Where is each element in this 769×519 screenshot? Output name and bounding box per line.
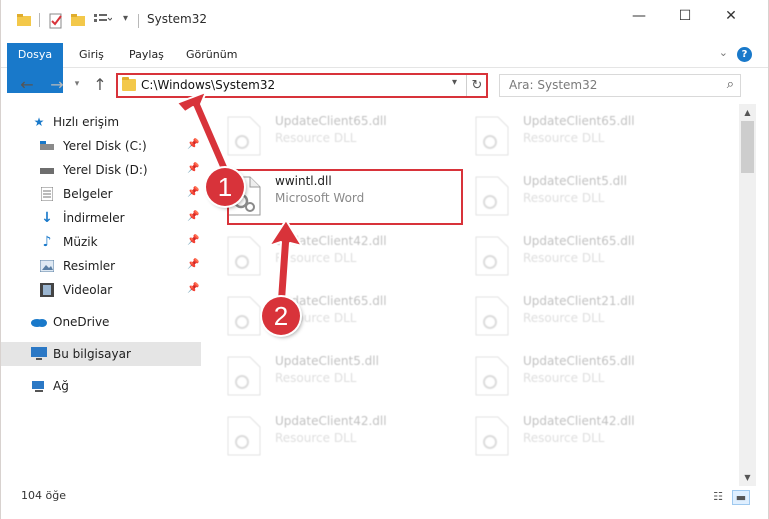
annotation-badge-1: 1 (206, 168, 244, 206)
annotation-badge-2: 2 (262, 297, 300, 335)
annotation-arrows (176, 91, 303, 301)
arrow-2 (268, 219, 303, 301)
explorer-window: ▾ System32 — ☐ ✕ Dosya Giriş Paylaş Görü… (1, 0, 768, 519)
